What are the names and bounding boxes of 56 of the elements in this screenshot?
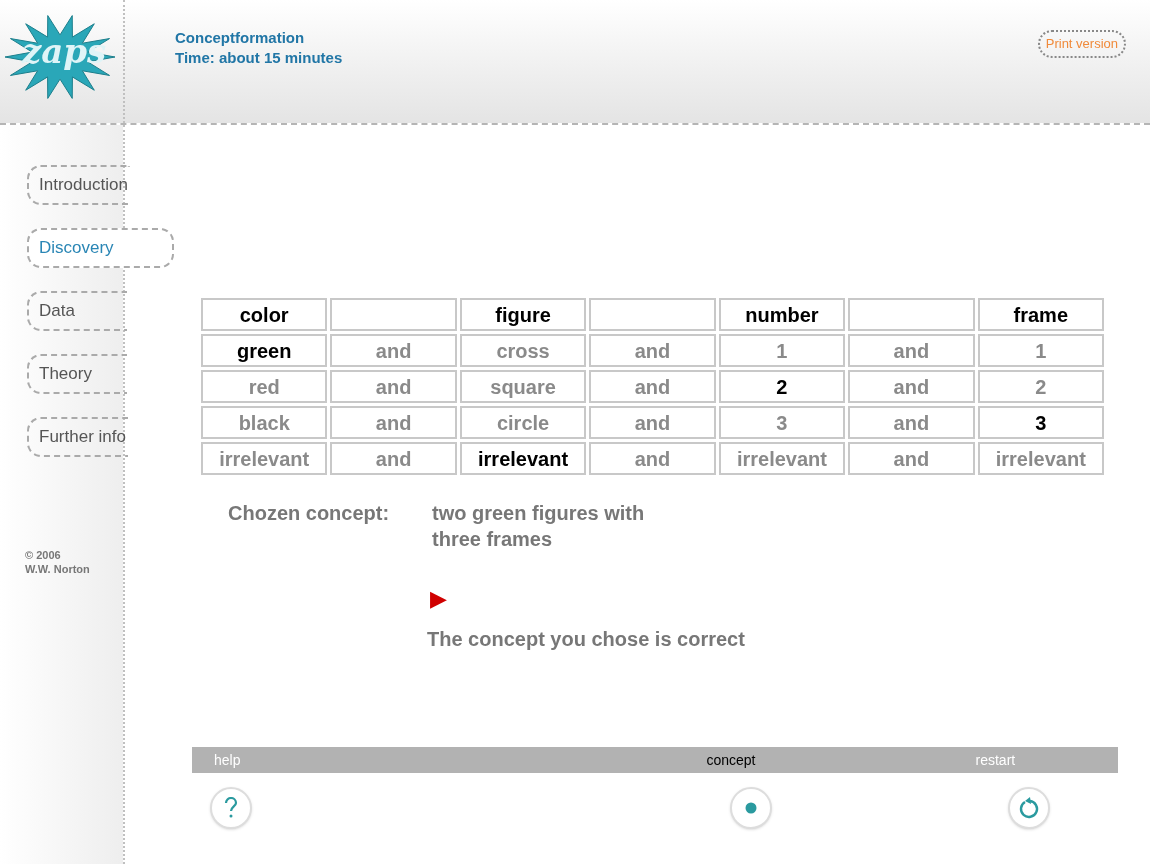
copyright-text: W.W. Norton <box>25 562 91 576</box>
option-cell[interactable]: and <box>330 406 457 439</box>
option-cell[interactable]: 3 <box>977 406 1104 439</box>
option-cell[interactable]: irrelevant <box>201 442 328 475</box>
nav-item[interactable]: Further info <box>27 417 128 457</box>
play-marker: ▶ <box>430 588 447 610</box>
option-cell[interactable]: and <box>589 334 716 367</box>
option-cell[interactable]: and <box>330 334 457 367</box>
option-cell[interactable]: 1 <box>718 334 846 367</box>
chosen-label: Chozen concept: <box>228 501 391 526</box>
option-cell[interactable]: and <box>330 442 457 475</box>
concept-button[interactable] <box>730 787 772 829</box>
restart-icon <box>1018 797 1040 819</box>
dot-icon <box>745 802 757 814</box>
chosen-concept: two green figures with <box>432 501 645 526</box>
option-cell[interactable]: 1 <box>977 334 1104 367</box>
option-cell[interactable]: and <box>589 406 716 439</box>
option-cell[interactable]: irrelevant <box>977 442 1104 475</box>
column-header: frame <box>977 298 1104 331</box>
column-header: number <box>718 298 846 331</box>
option-cell[interactable]: and <box>848 406 975 439</box>
restart-button[interactable] <box>1008 787 1050 829</box>
option-cell[interactable]: irrelevant <box>459 442 587 475</box>
print-button[interactable]: Print version <box>1037 30 1126 58</box>
nav-item[interactable]: Data <box>27 291 127 331</box>
option-cell[interactable]: 3 <box>718 406 846 439</box>
option-cell[interactable]: and <box>589 442 716 475</box>
column-header: figure <box>459 298 587 331</box>
chosen-concept: three frames <box>432 527 554 552</box>
option-cell[interactable]: green <box>201 334 328 367</box>
toolbar-label: help <box>214 750 241 770</box>
nav-item[interactable]: Introduction <box>27 165 130 205</box>
option-cell[interactable]: red <box>201 370 328 403</box>
option-cell[interactable]: square <box>459 370 587 403</box>
column-header: color <box>201 298 328 331</box>
nav-item[interactable]: Theory <box>27 354 127 394</box>
option-cell[interactable]: black <box>201 406 328 439</box>
option-cell[interactable]: 2 <box>977 370 1104 403</box>
help-button[interactable] <box>210 787 252 829</box>
option-cell[interactable]: and <box>330 370 457 403</box>
result-message: The concept you chose is correct <box>427 627 745 652</box>
page-title: Conceptformation <box>175 28 306 48</box>
option-cell[interactable]: cross <box>459 334 587 367</box>
question-icon <box>222 797 240 819</box>
toolbar-label: concept <box>706 750 756 770</box>
time-estimate: Time: about 15 minutes <box>175 48 343 68</box>
option-cell[interactable]: irrelevant <box>718 442 846 475</box>
nav-item[interactable]: Discovery <box>27 228 174 268</box>
option-cell[interactable]: and <box>848 334 975 367</box>
option-cell[interactable]: and <box>848 370 975 403</box>
option-cell[interactable]: circle <box>459 406 587 439</box>
option-cell[interactable]: 2 <box>718 370 846 403</box>
toolbar-label: restart <box>975 750 1016 770</box>
copyright-text: © 2006 <box>25 548 62 562</box>
option-cell[interactable]: and <box>848 442 975 475</box>
option-cell[interactable]: and <box>589 370 716 403</box>
